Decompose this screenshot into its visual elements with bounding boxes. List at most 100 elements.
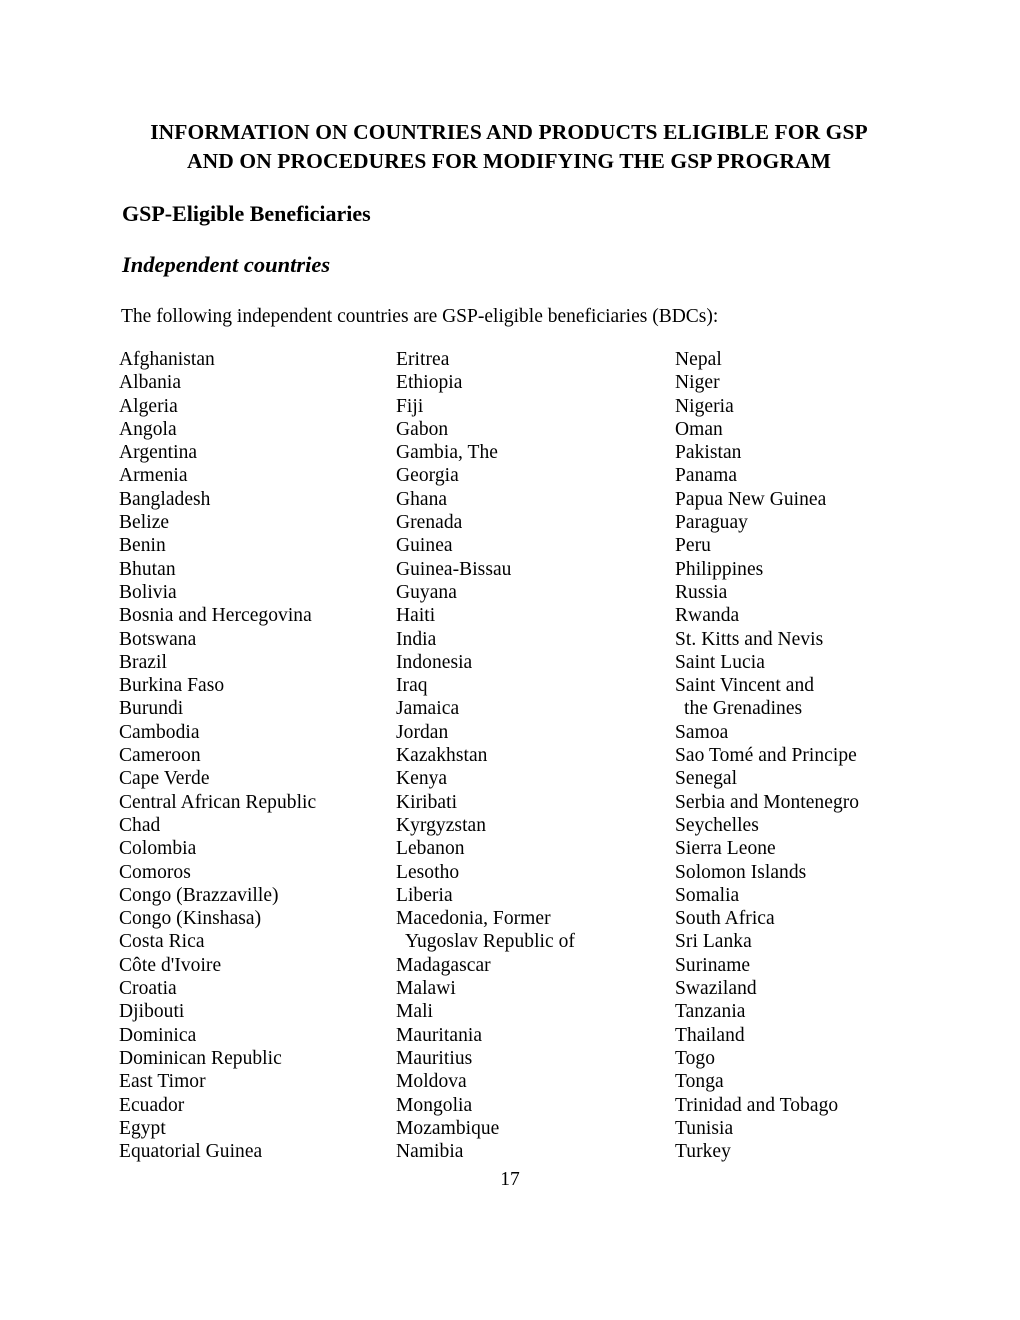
country-item: Brazil	[119, 651, 167, 673]
country-item: Kazakhstan	[396, 745, 488, 767]
country-item: Egypt	[119, 1117, 166, 1139]
country-item: East Timor	[119, 1071, 206, 1093]
country-item: Suriname	[675, 954, 751, 976]
country-item: Kyrgyzstan	[396, 814, 487, 836]
country-item: Eritrea	[396, 349, 450, 370]
country-item: Albania	[119, 372, 182, 394]
country-item: Paraguay	[675, 512, 748, 534]
country-item: Georgia	[396, 465, 459, 487]
country-item: Togo	[675, 1047, 715, 1069]
country-item: Croatia	[119, 978, 177, 1000]
country-item: Bolivia	[119, 581, 177, 603]
country-item: Niger	[675, 372, 720, 394]
country-item: Liberia	[396, 884, 453, 906]
country-item: Thailand	[675, 1024, 745, 1046]
country-item: Somalia	[675, 884, 740, 906]
country-item: Côte d'Ivoire	[119, 954, 222, 976]
country-item: Congo (Brazzaville)	[119, 884, 279, 906]
country-item: Samoa	[675, 721, 729, 743]
country-item: Mozambique	[396, 1117, 500, 1139]
country-item: Dominica	[119, 1024, 197, 1046]
country-item: Yugoslav Republic of	[405, 931, 575, 953]
country-item: Seychelles	[675, 814, 759, 836]
country-item: Russia	[675, 581, 728, 603]
country-item: Saint Lucia	[675, 651, 765, 673]
country-item: Armenia	[119, 465, 188, 487]
country-item: Iraq	[396, 675, 428, 697]
country-item: Angola	[119, 418, 177, 440]
country-item: India	[396, 628, 437, 650]
country-item: Jordan	[396, 721, 449, 743]
country-item: Moldova	[396, 1071, 467, 1093]
country-item: Lesotho	[396, 861, 460, 883]
country-item: Malawi	[396, 978, 456, 1000]
country-item: Colombia	[119, 838, 197, 860]
country-item: Ghana	[396, 488, 448, 510]
document-title-line-1: INFORMATION ON COUNTRIES AND PRODUCTS EL…	[150, 120, 868, 144]
country-item: Argentina	[119, 442, 198, 464]
country-list: Afghanistan Albania Algeria Angola Argentina…	[119, 348, 909, 1163]
page-content: INFORMATION ON COUNTRIES AND PRODUCTS EL…	[119, 118, 899, 1162]
country-item: Botswana	[119, 628, 197, 650]
country-item: Sierra Leone	[675, 838, 776, 860]
country-item: Philippines	[675, 558, 764, 580]
country-item: Nepal	[675, 349, 722, 370]
country-item: Peru	[675, 535, 711, 557]
country-item: Grenada	[396, 512, 463, 534]
country-item: Ethiopia	[396, 372, 463, 394]
country-item: Sri Lanka	[675, 931, 752, 953]
country-item: Namibia	[396, 1141, 464, 1163]
country-item: Sao Tomé and Principe	[675, 745, 857, 767]
country-column-3: Nepal Niger Nigeria Oman Pakistan Panama Papua…	[675, 348, 909, 1163]
document-title: INFORMATION ON COUNTRIES AND PRODUCTS EL…	[119, 118, 899, 176]
country-item: Bhutan	[119, 558, 176, 580]
country-item: Cape Verde	[119, 768, 210, 790]
country-item: Tonga	[675, 1071, 724, 1093]
section-heading-gsp-eligible-beneficiaries: GSP-Eligible Beneficiaries	[122, 201, 371, 226]
country-item: Mongolia	[396, 1094, 473, 1116]
country-item: Burundi	[119, 698, 184, 720]
country-item: Gabon	[396, 418, 449, 440]
country-item: Turkey	[675, 1141, 731, 1163]
country-item: Comoros	[119, 861, 191, 883]
country-item: Benin	[119, 535, 166, 557]
country-item: Kenya	[396, 768, 448, 790]
country-item: Rwanda	[675, 605, 740, 627]
country-item: Panama	[675, 465, 738, 487]
country-item: Mali	[396, 1001, 434, 1023]
country-item: Mauritius	[396, 1047, 473, 1069]
intro-paragraph: The following independent countries are …	[121, 306, 719, 327]
country-item: Mauritania	[396, 1024, 483, 1046]
page-number: 17	[500, 1169, 520, 1190]
country-item: Algeria	[119, 395, 178, 417]
country-item: Ecuador	[119, 1094, 185, 1116]
country-item: Gambia, The	[396, 442, 498, 464]
country-item: Haiti	[396, 605, 436, 627]
country-item: Guinea-Bissau	[396, 558, 512, 580]
country-item: Equatorial Guinea	[119, 1141, 263, 1163]
document-page: INFORMATION ON COUNTRIES AND PRODUCTS EL…	[0, 0, 1020, 1320]
country-item: Trinidad and Tobago	[675, 1094, 839, 1116]
country-item: Central African Republic	[119, 791, 317, 813]
country-item: Serbia and Montenegro	[675, 791, 860, 813]
country-item: Indonesia	[396, 651, 473, 673]
country-item: Macedonia, Former	[396, 908, 551, 930]
country-item: Cameroon	[119, 745, 201, 767]
country-item: Costa Rica	[119, 931, 205, 953]
country-item: Nigeria	[675, 395, 734, 417]
country-item: Afghanistan	[119, 349, 215, 370]
country-item: Fiji	[396, 395, 424, 417]
country-item: Oman	[675, 418, 723, 440]
country-item: Djibouti	[119, 1001, 185, 1023]
country-item: Pakistan	[675, 442, 742, 464]
country-item: St. Kitts and Nevis	[675, 628, 824, 650]
country-item: Senegal	[675, 768, 738, 790]
country-item: Tanzania	[675, 1001, 746, 1023]
country-item: Dominican Republic	[119, 1047, 282, 1069]
country-item: Swaziland	[675, 978, 757, 1000]
country-item: Papua New Guinea	[675, 488, 827, 510]
country-item: Tunisia	[675, 1117, 734, 1139]
document-title-line-2: AND ON PROCEDURES FOR MODIFYING THE GSP …	[187, 149, 831, 173]
country-item: Kiribati	[396, 791, 458, 813]
country-item: Cambodia	[119, 721, 200, 743]
